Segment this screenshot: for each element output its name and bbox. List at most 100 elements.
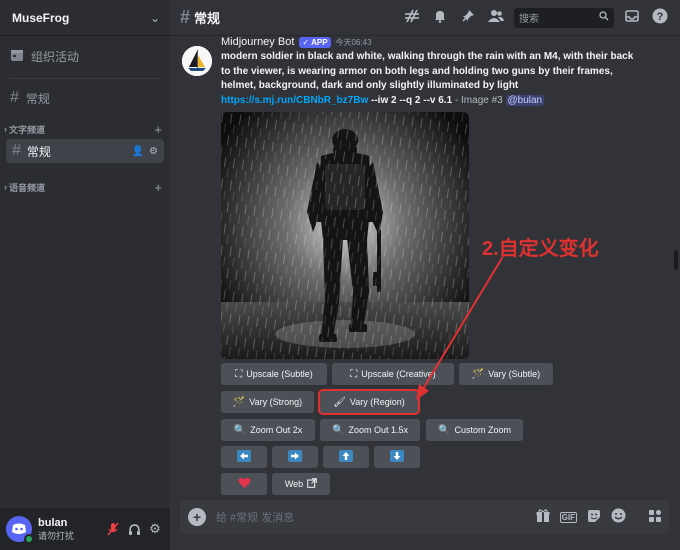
- check-icon: ✓: [302, 37, 310, 47]
- upscale-subtle-button[interactable]: ⛶ Upscale (Subtle): [221, 363, 327, 385]
- prompt-link[interactable]: https://s.mj.run/CBNbR_bz7Bw: [221, 95, 368, 106]
- calendar-icon: [10, 48, 24, 65]
- button-label: Vary (Strong): [249, 397, 303, 407]
- emoji-icon[interactable]: [611, 508, 626, 526]
- heart-icon: [238, 477, 251, 491]
- external-link-icon: [307, 478, 317, 490]
- add-channel-icon[interactable]: +: [154, 180, 162, 195]
- sidebar-item-general[interactable]: # 常规: [0, 85, 170, 111]
- user-status: 请勿打扰: [38, 530, 75, 541]
- prompt-text: modern soldier in black and white, walki…: [221, 51, 634, 91]
- message-content: modern soldier in black and white, walki…: [221, 50, 641, 108]
- button-label: Custom Zoom: [454, 425, 511, 435]
- pin-icon[interactable]: [458, 9, 478, 26]
- paintbrush-icon: 🖌: [333, 396, 346, 408]
- arrow-down-icon: [390, 450, 404, 464]
- sidebar-item-label: 常规: [26, 144, 51, 159]
- app-badge: ✓ APP: [299, 36, 331, 48]
- add-member-icon[interactable]: 👤: [132, 146, 144, 157]
- magnifier-icon: 🔍: [438, 424, 451, 436]
- expand-icon: ⛶: [350, 368, 358, 380]
- zoom-out-1-5x-button[interactable]: 🔍 Zoom Out 1.5x: [320, 419, 420, 441]
- sticker-icon[interactable]: [587, 509, 601, 526]
- user-panel: bulan 请勿打扰 ⚙: [0, 508, 170, 550]
- prompt-params: --iw 2 --q 2 --v 6.1: [368, 94, 453, 106]
- server-name: MuseFrog: [12, 10, 70, 25]
- timestamp: 今天06:43: [335, 37, 372, 47]
- mic-muted-icon[interactable]: [104, 522, 122, 536]
- sidebar-item-general-active[interactable]: # 常规 👤 ⚙: [6, 139, 164, 163]
- zoom-out-2x-button[interactable]: 🔍 Zoom Out 2x: [221, 419, 315, 441]
- members-icon[interactable]: [486, 9, 506, 26]
- svg-text:?: ?: [657, 11, 664, 23]
- main-panel: # 常规 搜索 ? Midjourney Bot ✓ APP 今天06:43 m…: [170, 0, 680, 550]
- category-label: 语音频道: [9, 182, 46, 193]
- add-channel-icon[interactable]: +: [154, 122, 162, 137]
- expand-icon: ⛶: [235, 368, 243, 380]
- pan-up-button[interactable]: [323, 446, 369, 468]
- threads-icon[interactable]: [402, 9, 422, 26]
- vary-strong-button[interactable]: 🪄 Vary (Strong): [221, 391, 314, 413]
- search-icon: [599, 11, 609, 24]
- magic-wand-icon: 🪄: [232, 396, 246, 408]
- message-composer[interactable]: + 给 #常规 发消息 GIF: [180, 500, 670, 534]
- scrollbar[interactable]: [674, 250, 678, 270]
- custom-zoom-button[interactable]: 🔍 Custom Zoom: [426, 419, 523, 441]
- status-indicator: [24, 534, 34, 544]
- button-label: Web: [284, 479, 304, 489]
- add-attachment-icon[interactable]: +: [188, 508, 206, 526]
- pan-down-button[interactable]: [374, 446, 420, 468]
- chevron-right-icon: ›: [4, 182, 7, 192]
- message-header: Midjourney Bot ✓ APP 今天06:43: [221, 36, 661, 48]
- category-label: 文字频道: [9, 124, 46, 135]
- gif-icon[interactable]: GIF: [559, 511, 577, 523]
- category-text-channels[interactable]: › 文字频道 +: [0, 119, 170, 139]
- avatar[interactable]: [6, 516, 34, 544]
- sidebar-item-label: 常规: [25, 91, 50, 106]
- gear-icon[interactable]: ⚙: [146, 521, 164, 537]
- pan-left-button[interactable]: [221, 446, 267, 468]
- arrow-up-icon: [339, 450, 353, 464]
- help-icon[interactable]: ?: [650, 8, 670, 27]
- magnifier-icon: 🔍: [233, 424, 247, 436]
- bot-name[interactable]: Midjourney Bot: [221, 36, 294, 48]
- arrow-right-icon: [288, 450, 302, 464]
- username: bulan: [38, 516, 68, 529]
- vary-region-button[interactable]: 🖌 Vary (Region): [318, 389, 420, 415]
- hash-icon: #: [10, 89, 19, 106]
- chevron-down-icon[interactable]: ⌄: [150, 11, 160, 25]
- channel-sidebar: MuseFrog ⌄ 组织活动 # 常规 › 文字频道 + # 常规 👤 ⚙ › 语…: [0, 0, 170, 550]
- button-label: Zoom Out 1.5x: [348, 425, 408, 435]
- category-voice-channels[interactable]: › 语音频道 +: [0, 177, 170, 197]
- gift-icon[interactable]: [536, 508, 550, 526]
- headphones-icon[interactable]: [125, 523, 143, 536]
- inbox-icon[interactable]: [622, 9, 642, 26]
- apps-icon[interactable]: [648, 509, 662, 526]
- message-input[interactable]: 给 #常规 发消息: [216, 509, 536, 525]
- button-label: Upscale (Subtle): [246, 369, 313, 379]
- bell-icon[interactable]: [430, 9, 450, 26]
- channel-name: 常规: [194, 11, 221, 26]
- sidebar-divider: [10, 78, 160, 79]
- channel-header: # 常规 搜索 ?: [170, 0, 680, 36]
- search-input[interactable]: 搜索: [514, 7, 614, 28]
- button-label: Zoom Out 2x: [250, 425, 303, 435]
- button-label: Vary (Region): [349, 397, 405, 407]
- hash-icon: #: [12, 142, 21, 159]
- image-tag: - Image #3: [452, 94, 506, 106]
- arrow-left-icon: [237, 450, 251, 464]
- gear-icon[interactable]: ⚙: [149, 146, 158, 157]
- magnifier-icon: 🔍: [332, 424, 345, 436]
- annotation-arrow: [416, 257, 503, 400]
- app-badge-label: APP: [311, 37, 328, 47]
- bot-avatar[interactable]: [182, 46, 212, 76]
- sidebar-item-label: 组织活动: [31, 49, 80, 64]
- chevron-right-icon: ›: [4, 124, 7, 134]
- user-mention[interactable]: @bulan: [505, 94, 545, 106]
- like-button[interactable]: [221, 473, 267, 495]
- server-header[interactable]: MuseFrog ⌄: [0, 0, 170, 36]
- web-link-button[interactable]: Web: [272, 473, 330, 495]
- pan-right-button[interactable]: [272, 446, 318, 468]
- sidebar-item-events[interactable]: 组织活动: [0, 40, 170, 72]
- search-placeholder: 搜索: [519, 14, 539, 25]
